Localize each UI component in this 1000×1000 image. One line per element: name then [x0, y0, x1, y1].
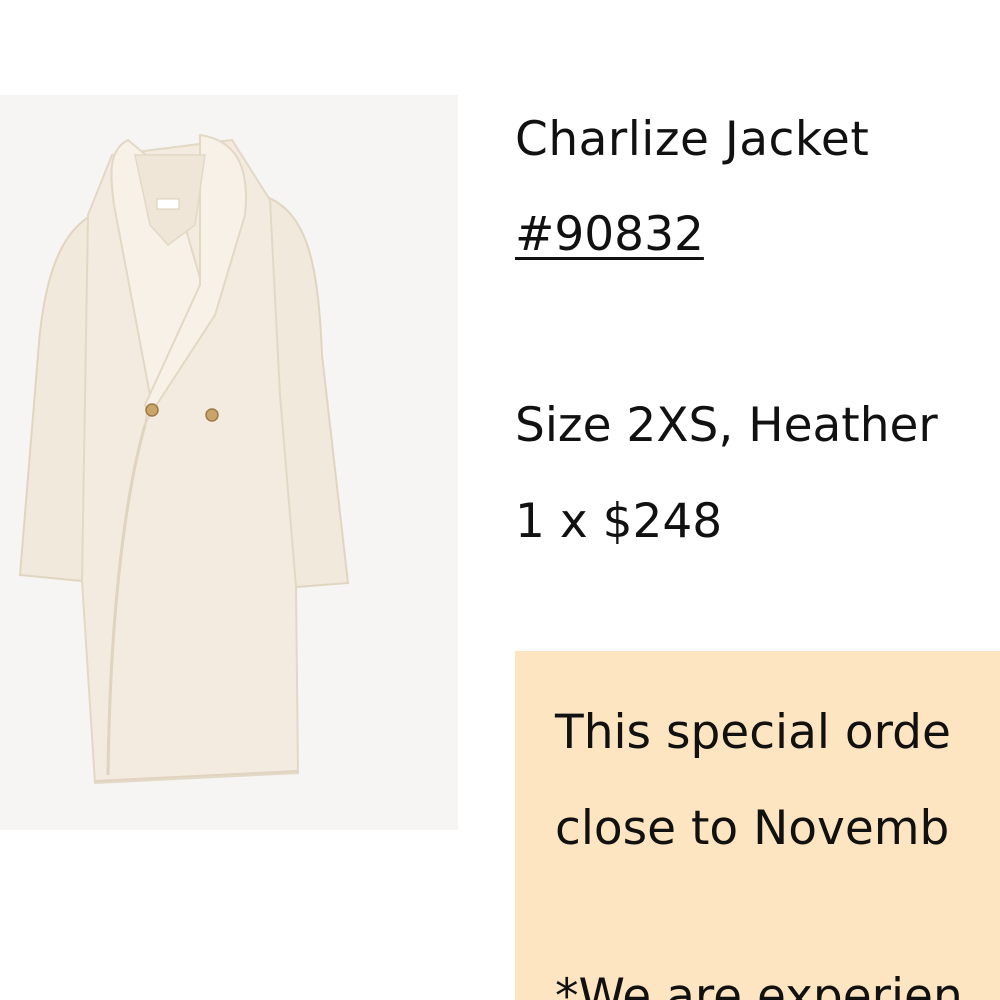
notice-line-3: *We are experien [555, 969, 963, 1000]
special-order-notice: This special orde close to Novemb *We ar… [515, 651, 1000, 1000]
product-image [0, 95, 458, 830]
product-price: 1 x $248 [515, 494, 723, 549]
coat-image [0, 95, 458, 830]
product-info: Charlize Jacket #90832 Size 2XS, Heather… [515, 0, 1000, 1000]
product-variant: Size 2XS, Heather [515, 398, 938, 453]
product-name: Charlize Jacket [515, 112, 870, 167]
product-sku-link[interactable]: #90832 [515, 207, 704, 263]
order-item-page: Charlize Jacket #90832 Size 2XS, Heather… [0, 0, 1000, 1000]
notice-line-1: This special orde [555, 705, 951, 760]
notice-line-2: close to Novemb [555, 801, 950, 856]
